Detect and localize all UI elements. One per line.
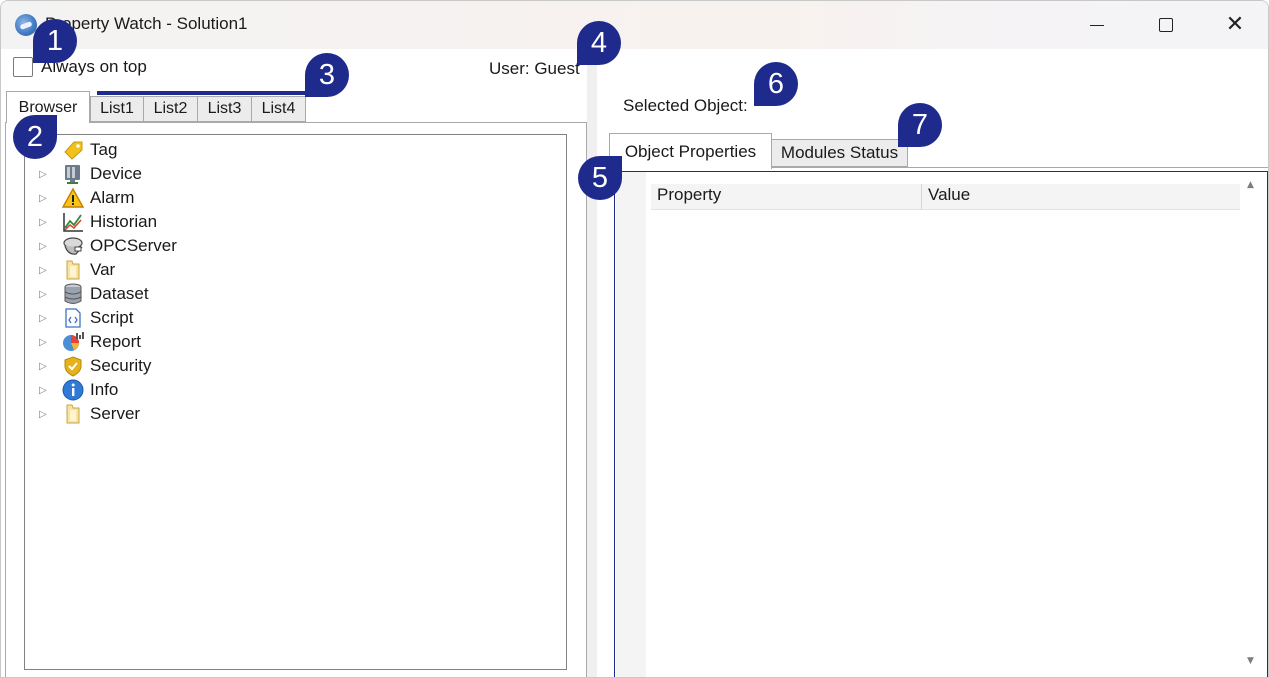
tab-list2[interactable]: List2 — [143, 96, 198, 122]
device-icon — [62, 163, 84, 185]
historian-icon — [62, 211, 84, 233]
tree-item-label: Dataset — [90, 284, 149, 303]
server-icon — [62, 403, 84, 425]
expand-arrow-icon[interactable]: ▷ — [39, 265, 49, 276]
minimize-button[interactable] — [1062, 1, 1132, 49]
tab-modules-status[interactable]: Modules Status — [771, 139, 908, 167]
script-icon — [62, 307, 84, 329]
tree-item-label: Alarm — [90, 188, 135, 207]
callout-badge-4: 4 — [577, 21, 621, 65]
tree-item-label: Info — [90, 380, 119, 399]
user-label: User: Guest — [489, 59, 580, 78]
tree-item-label: Script — [90, 308, 134, 327]
tab-object-properties[interactable]: Object Properties — [609, 133, 772, 169]
window-title: Property Watch - Solution1 — [45, 14, 248, 33]
panel-splitter[interactable] — [587, 49, 597, 677]
expand-arrow-icon[interactable]: ▷ — [39, 217, 49, 228]
expand-arrow-icon[interactable]: ▷ — [39, 385, 49, 396]
always-on-top-checkbox[interactable] — [13, 57, 33, 77]
minimize-icon — [1090, 24, 1104, 26]
close-icon: ✕ — [1225, 12, 1245, 37]
report-icon — [62, 331, 84, 353]
tree-item-label: Server — [90, 404, 141, 423]
info-icon — [62, 379, 84, 401]
expand-arrow-icon[interactable]: ▷ — [39, 241, 49, 252]
expand-arrow-icon[interactable]: ▷ — [39, 289, 49, 300]
alarm-icon — [62, 187, 84, 209]
tab-list1[interactable]: List1 — [90, 96, 144, 122]
column-header-value[interactable]: Value — [928, 185, 970, 205]
security-shield-icon — [62, 355, 84, 377]
tree-item-label: Report — [90, 332, 142, 351]
scroll-up-arrow-icon[interactable]: ▲ — [1247, 180, 1254, 190]
tree-item-label: Var — [90, 260, 116, 279]
property-watch-window: Property Watch - Solution1 ✕ Always on t… — [0, 0, 1269, 678]
callout-badge-7: 7 — [898, 103, 942, 147]
callout-badge-5: 5 — [578, 156, 622, 200]
maximize-button[interactable] — [1131, 1, 1201, 49]
expand-arrow-icon[interactable]: ▷ — [39, 409, 49, 420]
column-separator[interactable] — [921, 184, 922, 210]
callout-badge-2: 2 — [13, 115, 57, 159]
expand-arrow-icon[interactable]: ▷ — [39, 337, 49, 348]
tree-item-label: Tag — [90, 140, 118, 159]
callout-badge-6: 6 — [754, 62, 798, 106]
tab-list3[interactable]: List3 — [197, 96, 252, 122]
tab-list4[interactable]: List4 — [251, 96, 306, 122]
tree-item-label: Security — [90, 356, 152, 375]
tag-icon — [62, 139, 84, 161]
expand-arrow-icon[interactable]: ▷ — [39, 193, 49, 204]
dataset-icon — [62, 283, 84, 305]
maximize-icon — [1159, 18, 1173, 32]
column-header-property[interactable]: Property — [657, 185, 721, 205]
opcserver-icon — [62, 235, 84, 257]
title-bar[interactable]: Property Watch - Solution1 ✕ — [1, 1, 1268, 49]
tree-item-label: Device — [90, 164, 142, 183]
scroll-down-arrow-icon[interactable]: ▼ — [1247, 656, 1254, 666]
expand-arrow-icon[interactable]: ▷ — [39, 361, 49, 372]
callout-badge-3: 3 — [305, 53, 349, 97]
expand-arrow-icon[interactable]: ▷ — [39, 313, 49, 324]
expand-arrow-icon[interactable]: ▷ — [39, 169, 49, 180]
tree-item-label: OPCServer — [90, 236, 177, 255]
object-properties-panel[interactable]: Property Value ▲ ▼ — [614, 171, 1268, 677]
selected-object-label: Selected Object: — [623, 96, 748, 115]
callout-3-pointer — [97, 91, 309, 95]
close-button[interactable]: ✕ — [1200, 1, 1268, 49]
callout-badge-1: 1 — [33, 19, 77, 63]
var-icon — [62, 259, 84, 281]
property-grid-header: Property Value — [651, 184, 1240, 210]
property-grid-margin — [616, 172, 646, 677]
object-browser-tree[interactable]: Tag ▷ Device ▷ Alarm ▷ Historian ▷ OPCSe… — [24, 134, 567, 670]
tree-item-label: Historian — [90, 212, 158, 231]
